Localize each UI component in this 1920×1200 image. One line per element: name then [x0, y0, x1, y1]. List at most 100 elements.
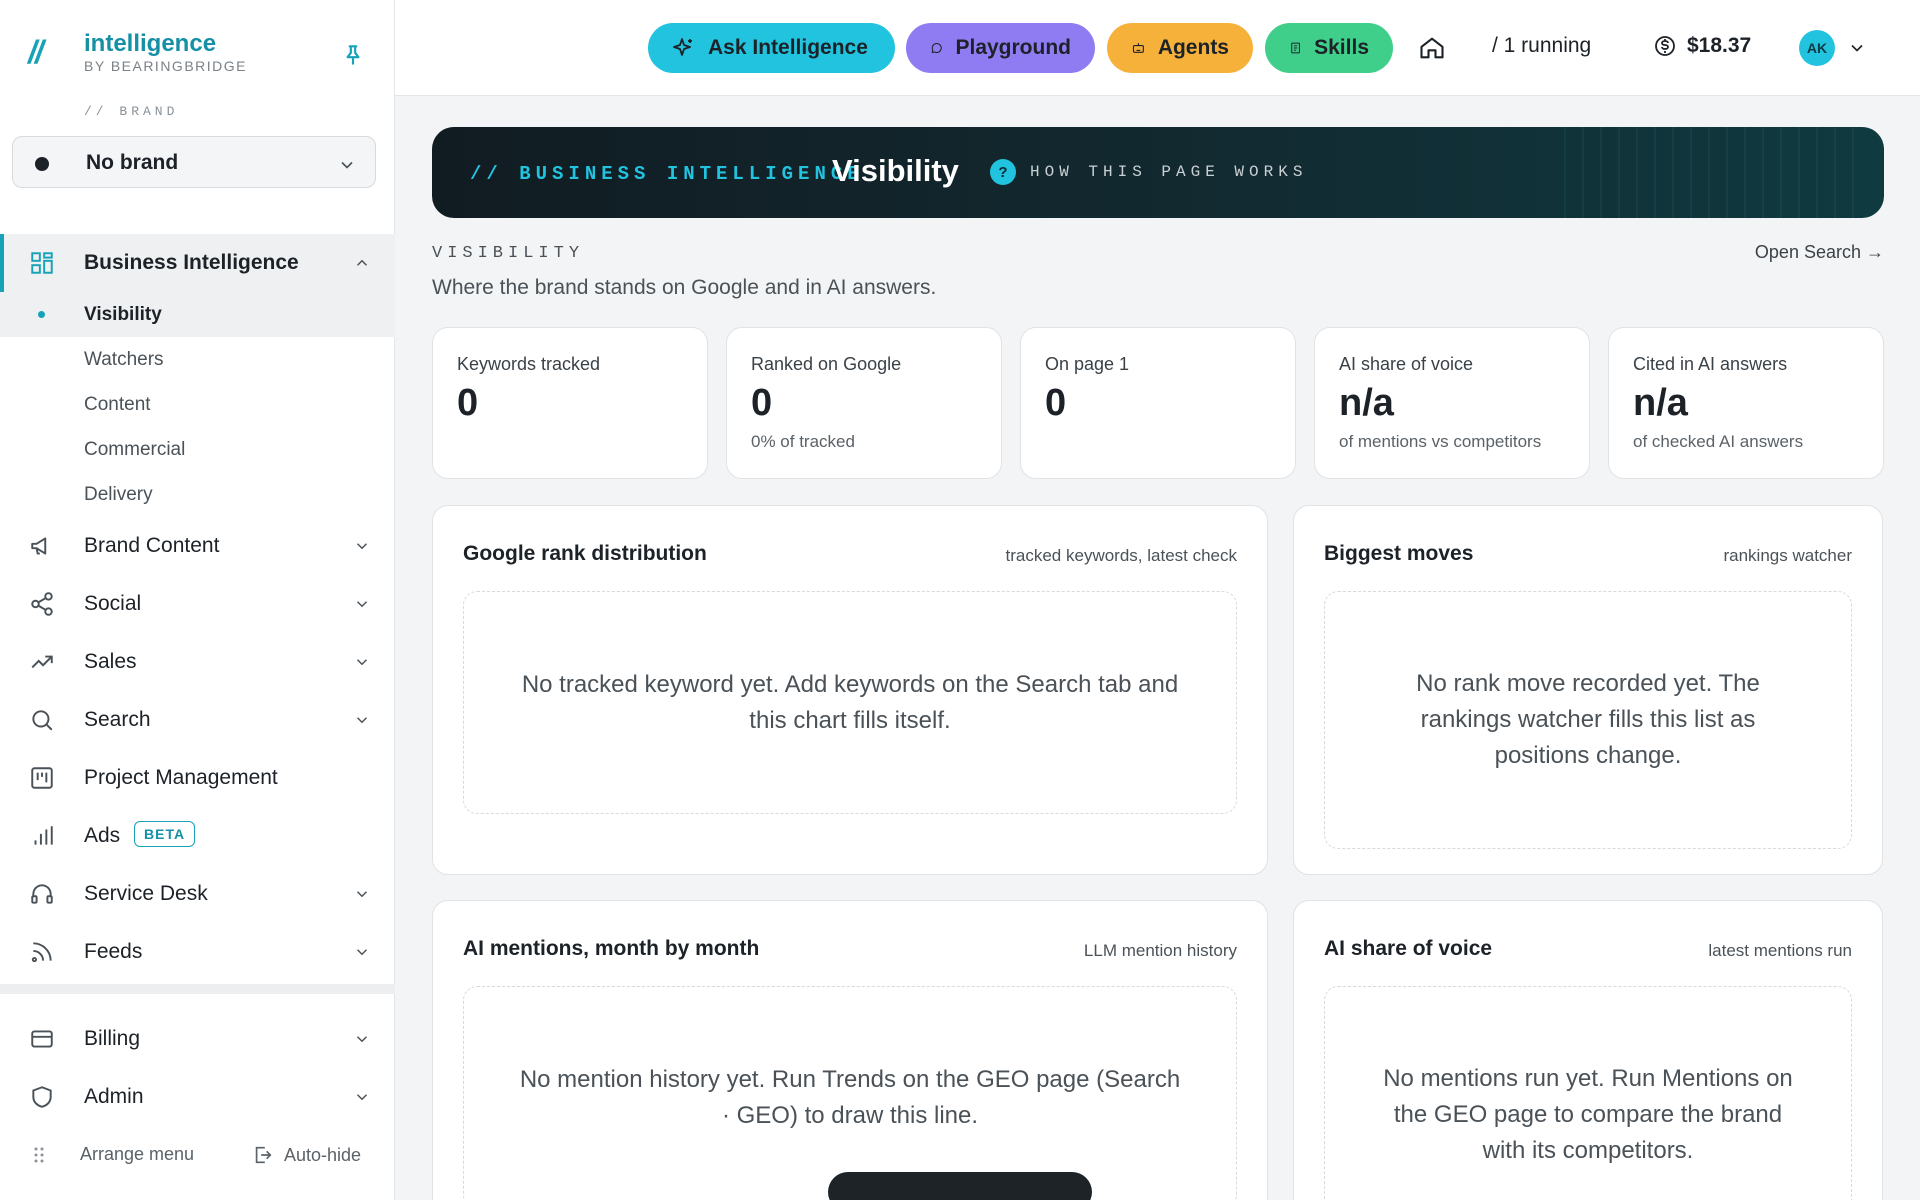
skills-button[interactable]: Skills: [1265, 23, 1393, 73]
stat-subtext: of mentions vs competitors: [1339, 432, 1542, 451]
brand-dot-icon: [35, 157, 49, 171]
robot-icon: [1132, 43, 1144, 53]
how-this-page-works-button[interactable]: ? HOW THIS PAGE WORKS: [990, 159, 1307, 185]
agents-label: Agents: [1157, 36, 1229, 59]
sidebar-item-feeds[interactable]: Feeds: [0, 923, 395, 981]
stat-label: Cited in AI answers: [1633, 354, 1788, 374]
sidebar-divider: [0, 984, 395, 994]
skills-label: Skills: [1314, 36, 1369, 59]
chevron-down-icon: [341, 161, 353, 169]
ask-intelligence-button[interactable]: Ask Intelligence: [648, 23, 895, 73]
stat-label: Keywords tracked: [457, 354, 601, 374]
headset-icon: [28, 880, 56, 908]
biggest-moves-panel: Biggest moves rankings watcher No rank m…: [1293, 505, 1883, 875]
panel-meta: rankings watcher: [1723, 546, 1852, 565]
brand-select-value: No brand: [86, 151, 179, 174]
chevron-down-icon[interactable]: [1847, 38, 1867, 58]
sidebar-item-search[interactable]: Search: [0, 691, 395, 749]
book-icon: [1291, 42, 1300, 54]
stat-card-ai-share-of-voice: AI share of voice n/a of mentions vs com…: [1314, 327, 1590, 479]
exit-icon: [255, 1146, 272, 1164]
floating-toolbar[interactable]: [828, 1172, 1092, 1200]
sidebar-item-label: Feeds: [84, 940, 143, 963]
stat-value: 0: [751, 382, 773, 424]
auto-hide-button[interactable]: Auto-hide: [252, 1144, 361, 1166]
stat-value: 0: [1045, 382, 1067, 424]
empty-state-text: No mentions run yet. Run Mentions on the…: [1383, 1065, 1793, 1164]
panel-title: AI share of voice: [1324, 937, 1493, 960]
section-description: Where the brand stands on Google and in …: [432, 276, 937, 299]
sidebar-item-project-management[interactable]: Project Management: [0, 749, 395, 807]
empty-state-text: No mention history yet. Run Trends on th…: [519, 1065, 1181, 1129]
sidebar-item-label: Service Desk: [84, 882, 208, 905]
chevron-down-icon: [356, 1094, 368, 1101]
stat-value: n/a: [1339, 382, 1394, 424]
ai-share-of-voice-panel: AI share of voice latest mentions run No…: [1293, 900, 1883, 1200]
sidebar-item-label: Project Management: [84, 766, 278, 789]
chevron-down-icon: [356, 891, 368, 898]
panel-title: Biggest moves: [1324, 542, 1474, 565]
sidebar-footer: Arrange menu Auto-hide: [0, 1136, 395, 1176]
agents-button[interactable]: Agents: [1107, 23, 1253, 73]
arrange-menu-label: Arrange menu: [80, 1144, 195, 1164]
sidebar-item-ads[interactable]: Ads BETA: [0, 807, 395, 865]
sidebar-subitem-label: Delivery: [84, 483, 153, 505]
drag-handle-icon: [34, 1147, 44, 1162]
sidebar-item-business-intelligence[interactable]: Business Intelligence: [0, 234, 395, 292]
sidebar-subitem-content[interactable]: Content: [0, 382, 395, 427]
sidebar-subitem-commercial[interactable]: Commercial: [0, 427, 395, 472]
stat-subtext: of checked AI answers: [1633, 432, 1804, 451]
sidebar-item-sales[interactable]: Sales: [0, 633, 395, 691]
stat-card-ranked-on-google: Ranked on Google 0 0% of tracked: [726, 327, 1002, 479]
sidebar-subitem-label: Commercial: [84, 438, 186, 460]
chevron-down-icon: [356, 949, 368, 956]
empty-state: No tracked keyword yet. Add keywords on …: [463, 591, 1237, 814]
sidebar-subitem-delivery[interactable]: Delivery: [0, 472, 395, 517]
panel-meta: LLM mention history: [1083, 941, 1237, 960]
cost-indicator[interactable]: $18.37: [1653, 34, 1751, 58]
arrange-menu-button[interactable]: Arrange menu: [32, 1144, 194, 1165]
brand-byline: BY BEARINGBRIDGE: [84, 58, 248, 74]
sidebar: // intelligence BY BEARINGBRIDGE // BRAN…: [0, 0, 395, 1200]
sidebar-subitem-visibility[interactable]: Visibility: [0, 292, 395, 337]
beta-badge: BETA: [134, 821, 196, 847]
sidebar-item-label: Brand Content: [84, 534, 220, 557]
search-icon: [28, 706, 56, 734]
stat-card-keywords-tracked: Keywords tracked 0: [432, 327, 708, 479]
avatar[interactable]: AK: [1799, 30, 1835, 66]
page-hero: // BUSINESS INTELLIGENCE Visibility ? HO…: [432, 127, 1884, 218]
panel-title: AI mentions, month by month: [463, 937, 760, 960]
auto-hide-label: Auto-hide: [284, 1144, 362, 1165]
chevron-down-icon: [356, 717, 368, 724]
ask-intelligence-label: Ask Intelligence: [708, 36, 868, 59]
sidebar-item-label: Admin: [84, 1085, 144, 1108]
running-jobs-indicator[interactable]: / 1 running: [1492, 34, 1591, 58]
open-search-link[interactable]: Open Search →: [1755, 242, 1884, 263]
panel-title: Google rank distribution: [463, 542, 707, 565]
bar-chart-icon: [28, 822, 56, 850]
sidebar-item-billing[interactable]: Billing: [0, 1010, 395, 1068]
sidebar-item-label: Search: [84, 708, 151, 731]
megaphone-icon: [28, 532, 56, 560]
help-icon: ?: [990, 159, 1016, 185]
home-icon[interactable]: [1418, 34, 1446, 62]
sidebar-item-label: Social: [84, 592, 142, 615]
chevron-down-icon: [356, 543, 368, 550]
sidebar-item-label: Billing: [84, 1027, 141, 1050]
stat-subtext: 0% of tracked: [751, 432, 855, 451]
sidebar-item-service-desk[interactable]: Service Desk: [0, 865, 395, 923]
stat-value: 0: [457, 382, 479, 424]
sidebar-item-admin[interactable]: Admin: [0, 1068, 395, 1126]
brand-select[interactable]: No brand: [12, 136, 376, 188]
sidebar-item-social[interactable]: Social: [0, 575, 395, 633]
pin-icon[interactable]: [340, 42, 366, 68]
dollar-coin-icon: [1655, 36, 1675, 56]
shield-icon: [28, 1083, 56, 1111]
sidebar-subitem-watchers[interactable]: Watchers: [0, 337, 395, 382]
google-rank-distribution-panel: Google rank distribution tracked keyword…: [432, 505, 1268, 875]
page-title: Visibility: [832, 153, 959, 188]
chevron-down-icon: [356, 659, 368, 666]
playground-button[interactable]: Playground: [906, 23, 1095, 73]
sidebar-item-brand-content[interactable]: Brand Content: [0, 517, 395, 575]
empty-state-text: No rank move recorded yet. The rankings …: [1416, 670, 1760, 769]
